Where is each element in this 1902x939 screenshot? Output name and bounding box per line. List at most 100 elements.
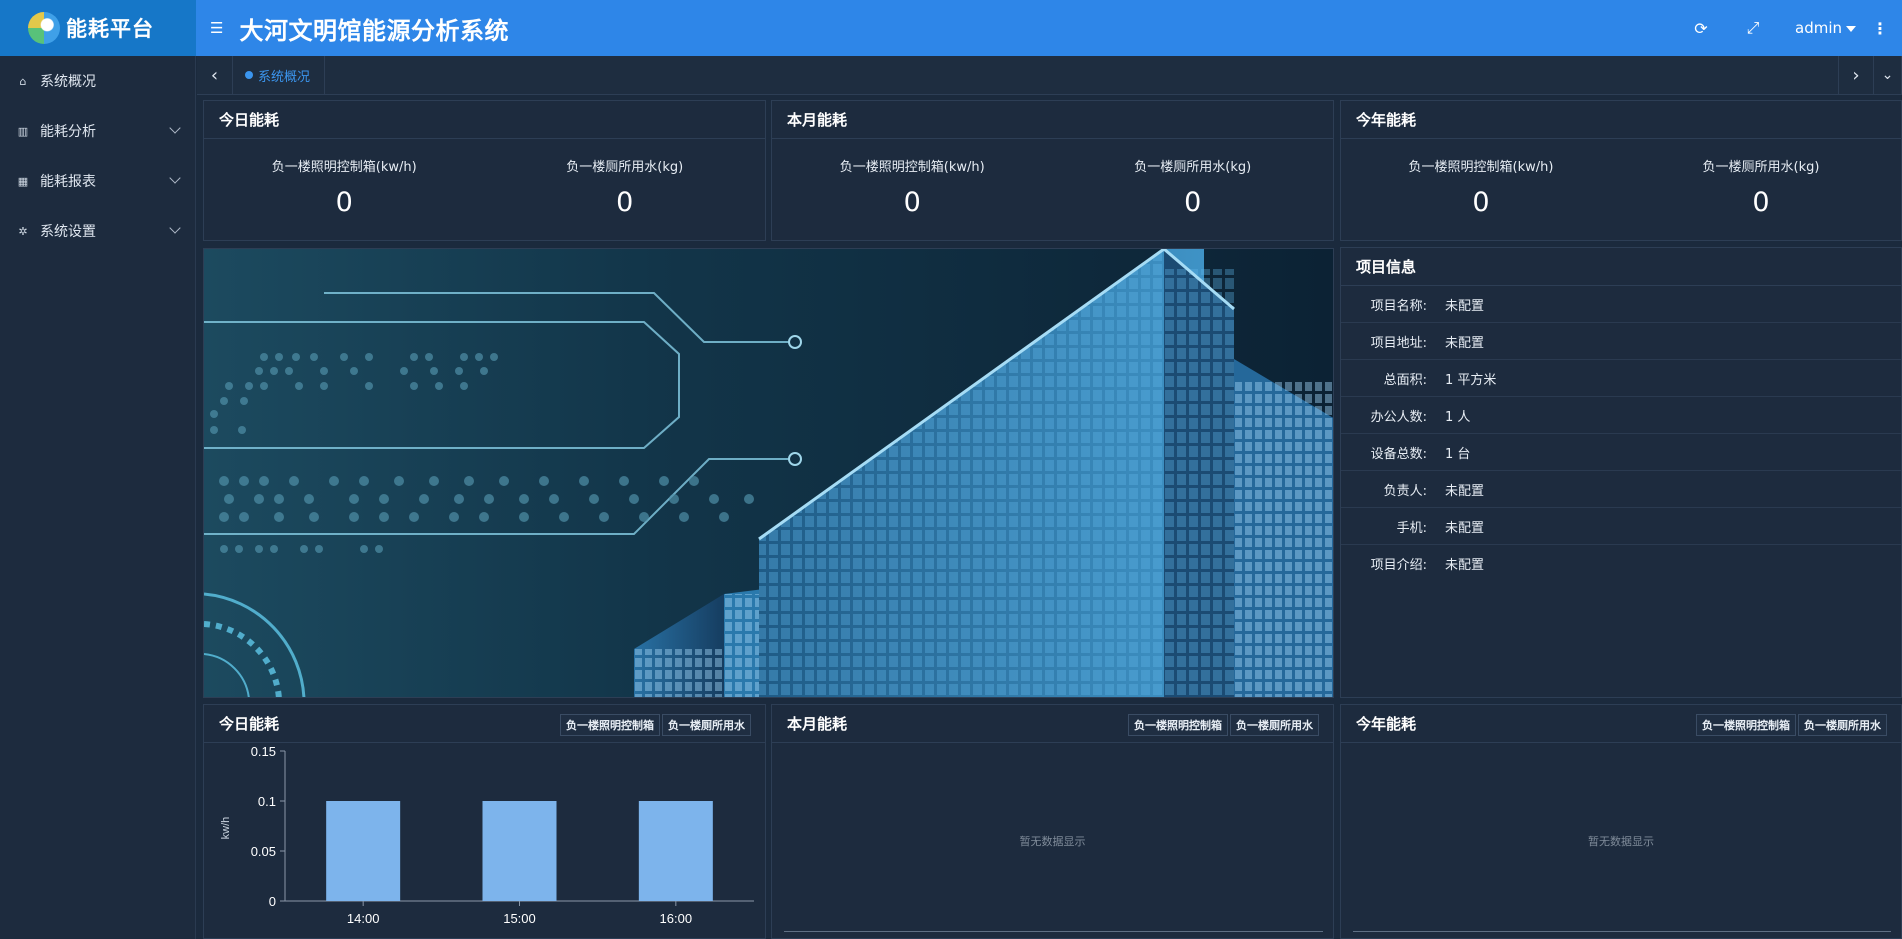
chart-title: 今年能耗: [1356, 715, 1417, 733]
chart-axis-line: [784, 931, 1323, 932]
project-info-panel: 项目信息 项目名称: 未配置 项目地址: 未配置 总面积: 1 平方米 办公人数: 1 …: [1340, 247, 1902, 698]
logo[interactable]: 能耗平台: [0, 0, 196, 56]
panel-title: 今日能耗: [204, 101, 765, 139]
metric-value: 0: [335, 187, 353, 218]
sidebar-item-overview[interactable]: ⌂ 系统概况: [0, 56, 195, 106]
info-row-phone: 手机: 未配置: [1341, 508, 1901, 545]
tab-overview[interactable]: 系统概况: [233, 56, 326, 94]
bar: [326, 801, 401, 901]
info-value: 未配置: [1445, 558, 1485, 573]
legend-lighting[interactable]: 负一楼照明控制箱: [560, 714, 660, 736]
y-tick-label: 0: [269, 894, 276, 909]
panel-title: 今日能耗 负一楼照明控制箱 负一楼厕所用水: [204, 705, 765, 743]
info-key: 设备总数:: [1370, 446, 1427, 462]
info-value: 1 人: [1445, 409, 1471, 425]
panel-title: 本月能耗: [772, 101, 1333, 139]
bar-chart-icon: ▥: [17, 124, 29, 138]
month-chart-panel: 本月能耗 负一楼照明控制箱 负一楼厕所用水 暂无数据显示: [771, 704, 1334, 939]
more-icon[interactable]: ⋮: [1872, 19, 1888, 38]
sidebar-item-energy-report[interactable]: ▦ 能耗报表: [0, 156, 195, 206]
chart-title: 今日能耗: [219, 715, 280, 733]
metric-value: 0: [903, 187, 921, 218]
info-key: 项目地址:: [1370, 335, 1427, 351]
chart-legend: 负一楼照明控制箱 负一楼厕所用水: [1694, 714, 1887, 736]
chart-legend: 负一楼照明控制箱 负一楼厕所用水: [558, 714, 751, 736]
legend-water[interactable]: 负一楼厕所用水: [662, 714, 751, 736]
panel-title: 本月能耗 负一楼照明控制箱 负一楼厕所用水: [772, 705, 1333, 743]
metric-label: 负一楼厕所用水(kg): [566, 160, 684, 175]
top-header: ☰ 大河文明馆能源分析系统 ⟳ ⤢ admin ⋮: [196, 0, 1902, 56]
chevron-left-icon: ‹: [210, 64, 219, 86]
sidebar-item-label: 能耗分析: [40, 124, 96, 140]
user-menu[interactable]: admin: [1795, 19, 1856, 37]
info-key: 负责人:: [1383, 483, 1427, 499]
y-tick-label: 0.1: [258, 794, 276, 809]
logo-text: 能耗平台: [66, 16, 154, 41]
tab-menu-button[interactable]: ⌄: [1874, 56, 1902, 94]
year-chart-panel: 今年能耗 负一楼照明控制箱 负一楼厕所用水 暂无数据显示: [1340, 704, 1902, 939]
tab-scroll-left-button[interactable]: ‹: [197, 56, 233, 94]
today-chart-panel: 今日能耗 负一楼照明控制箱 负一楼厕所用水 0 0.05 0.1 0.15 kw/h 14…: [203, 704, 766, 939]
legend-lighting[interactable]: 负一楼照明控制箱: [1128, 714, 1228, 736]
metric-water: 负一楼厕所用水(kg) 0: [1621, 139, 1901, 241]
legend-water[interactable]: 负一楼厕所用水: [1230, 714, 1319, 736]
month-summary-panel: 本月能耗 负一楼照明控制箱(kw/h) 0 负一楼厕所用水(kg) 0: [771, 100, 1334, 241]
no-data-text: 暂无数据显示: [1588, 835, 1654, 848]
metric-label: 负一楼厕所用水(kg): [1134, 160, 1252, 175]
panel-title: 今年能耗: [1341, 101, 1901, 139]
y-tick-label: 0.15: [251, 744, 276, 759]
info-value: 1 平方米: [1445, 372, 1497, 388]
chevron-down-icon: [169, 172, 181, 184]
info-value: 未配置: [1445, 483, 1485, 499]
user-name: admin: [1795, 19, 1842, 37]
sidebar: ⌂ 系统概况 ▥ 能耗分析 ▦ 能耗报表 ✲ 系统设置: [0, 56, 196, 939]
metric-lighting: 负一楼照明控制箱(kw/h) 0: [204, 139, 485, 241]
info-key: 项目名称:: [1370, 298, 1427, 314]
panel-title: 项目信息: [1341, 248, 1901, 286]
info-key: 手机:: [1396, 520, 1427, 536]
table-icon: ▦: [17, 174, 29, 188]
x-tick-label: 15:00: [503, 911, 536, 926]
logo-icon: [28, 12, 60, 44]
legend-water[interactable]: 负一楼厕所用水: [1798, 714, 1887, 736]
year-summary-panel: 今年能耗 负一楼照明控制箱(kw/h) 0 负一楼厕所用水(kg) 0: [1340, 100, 1902, 241]
metric-value: 0: [616, 187, 634, 218]
info-key: 办公人数:: [1370, 409, 1427, 425]
caret-down-icon: [1846, 25, 1856, 32]
metric-lighting: 负一楼照明控制箱(kw/h) 0: [1341, 139, 1621, 241]
today-bar-chart: 0 0.05 0.1 0.15 kw/h 14:00 15:00 16:00: [220, 744, 754, 926]
metric-value: 0: [1752, 187, 1770, 218]
sidebar-item-settings[interactable]: ✲ 系统设置: [0, 206, 195, 256]
y-tick-label: 0.05: [251, 844, 276, 859]
banner-illustration: [204, 249, 1333, 697]
sidebar-item-label: 系统设置: [40, 224, 96, 240]
info-row-owner: 负责人: 未配置: [1341, 471, 1901, 508]
header-actions: ⟳ ⤢ admin ⋮: [1691, 0, 1902, 56]
panel-title: 今年能耗 负一楼照明控制箱 负一楼厕所用水: [1341, 705, 1901, 743]
fullscreen-icon[interactable]: ⤢: [1743, 18, 1763, 38]
sidebar-item-energy-analysis[interactable]: ▥ 能耗分析: [0, 106, 195, 156]
info-row-name: 项目名称: 未配置: [1341, 286, 1901, 323]
metric-label: 负一楼照明控制箱(kw/h): [271, 160, 417, 175]
sidebar-item-label: 系统概况: [40, 74, 96, 90]
x-tick-label: 16:00: [660, 911, 693, 926]
metric-water: 负一楼厕所用水(kg) 0: [485, 139, 766, 241]
today-summary-panel: 今日能耗 负一楼照明控制箱(kw/h) 0 负一楼厕所用水(kg) 0: [203, 100, 766, 241]
info-value: 未配置: [1445, 335, 1485, 351]
building-banner-image: [203, 248, 1334, 698]
metric-lighting: 负一楼照明控制箱(kw/h) 0: [772, 139, 1053, 241]
tab-scroll-right-button[interactable]: ›: [1838, 56, 1874, 94]
bar: [482, 801, 557, 901]
chevron-down-icon: [169, 122, 181, 134]
active-dot-icon: [245, 71, 253, 79]
chevron-right-icon: ›: [1852, 64, 1860, 86]
info-key: 项目介绍:: [1370, 558, 1427, 573]
chart-axis-line: [1353, 931, 1891, 932]
chevron-down-icon: ⌄: [1881, 67, 1894, 83]
menu-toggle-icon[interactable]: ☰: [210, 19, 223, 37]
chevron-down-icon: [169, 222, 181, 234]
refresh-icon[interactable]: ⟳: [1691, 19, 1711, 38]
legend-lighting[interactable]: 负一楼照明控制箱: [1696, 714, 1796, 736]
info-value: 未配置: [1445, 298, 1485, 314]
info-row-staff: 办公人数: 1 人: [1341, 397, 1901, 434]
